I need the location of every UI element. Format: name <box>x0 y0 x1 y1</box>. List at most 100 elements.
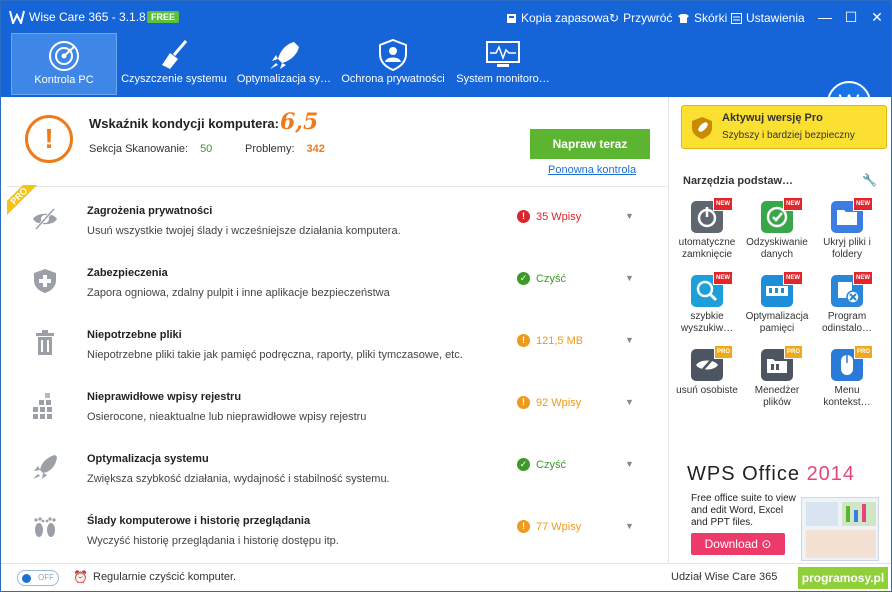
settings-label: Ustawienia <box>746 11 805 25</box>
chevron-down-icon[interactable]: ▼ <box>625 335 634 345</box>
problems-label: Problemy: <box>245 143 295 155</box>
row-description: Usuń wszystkie twojej ślady i wcześniejs… <box>87 225 401 237</box>
chevron-down-icon[interactable]: ▼ <box>625 273 634 283</box>
maximize-button[interactable]: ☐ <box>841 7 861 27</box>
tool-data-recovery[interactable]: NEW Odzyskiwanie danych <box>742 197 812 261</box>
restore-label: Przywróć <box>623 11 673 25</box>
tab-system-monitor-label: System monitoro… <box>456 73 550 85</box>
list-item[interactable]: Nieprawidłowe wpisy rejestru Osierocone,… <box>7 373 667 435</box>
new-badge: NEW <box>713 271 733 285</box>
tab-privacy[interactable]: Ochrona prywatności <box>337 33 449 95</box>
warning-status-icon: ! <box>517 396 530 409</box>
tool-label: Menu kontekst… <box>823 385 871 408</box>
problems-section: Problemy: 342 <box>245 143 325 155</box>
tab-system-monitor[interactable]: System monitoro… <box>451 33 555 95</box>
tab-optimization[interactable]: Optymalizacja sy… <box>233 33 335 95</box>
main-nav: Kontrola PC Czyszczenie systemu Optymali… <box>1 33 891 125</box>
backup-icon <box>507 13 516 23</box>
row-status-text: 121,5 MB <box>536 334 584 347</box>
search-icon: NEW <box>691 271 733 307</box>
tools-heading: Narzędzia podstaw… <box>683 175 794 187</box>
tab-pc-check[interactable]: Kontrola PC <box>11 33 117 95</box>
row-title: Optymalizacja systemu <box>87 453 209 465</box>
pro-title: Aktywuj wersję Pro <box>722 112 823 124</box>
restore-link[interactable]: ↻ Przywróć <box>609 11 672 25</box>
eye-slash-icon <box>33 207 57 231</box>
app-window: Wise Care 365 - 3.1.8 FREE Kopia zapasow… <box>0 0 892 592</box>
monitor-icon <box>486 41 520 67</box>
row-status: ! 35 Wpisy <box>517 210 581 223</box>
recheck-link[interactable]: Ponowna kontrola <box>548 164 636 176</box>
scan-label: Sekcja Skanowanie: <box>89 143 189 155</box>
pro-shield-icon <box>692 117 712 139</box>
tool-context-menu[interactable]: PRO Menu kontekst… <box>812 345 882 409</box>
tool-memory-optimization[interactable]: NEW Optymalizacja pamięci <box>742 271 812 335</box>
tool-auto-shutdown[interactable]: NEW utomatyczne zamknięcie <box>672 197 742 261</box>
chevron-down-icon[interactable]: ▼ <box>625 397 634 407</box>
restore-icon: ↻ <box>609 11 620 25</box>
problems-value: 342 <box>306 143 325 155</box>
row-status-text: 35 Wpisy <box>536 210 582 223</box>
chevron-down-icon[interactable]: ▼ <box>625 459 634 469</box>
uninstall-icon: NEW <box>831 271 873 307</box>
tool-label: utomatyczne zamknięcie <box>678 237 736 260</box>
scan-section: Sekcja Skanowanie: 50 <box>89 143 212 155</box>
radar-icon <box>49 41 79 71</box>
auto-clean-toggle[interactable]: OFF <box>17 570 59 586</box>
tool-remove-personal[interactable]: PRO usuń osobiste <box>672 345 742 397</box>
tool-quick-search[interactable]: NEW szybkie wyszukiw… <box>672 271 742 335</box>
rocket-icon <box>270 42 299 69</box>
ad-download-label: Download <box>704 537 758 551</box>
ad-title: WPS Office 2014 <box>687 463 855 486</box>
settings-link[interactable]: Ustawienia <box>731 11 805 25</box>
chevron-down-icon[interactable]: ▼ <box>625 211 634 221</box>
new-badge: NEW <box>713 197 733 211</box>
check-status-icon: ✓ <box>517 272 530 285</box>
warning-status-icon: ! <box>517 520 530 533</box>
chevron-down-icon[interactable]: ▼ <box>625 521 634 531</box>
list-item[interactable]: Ślady komputerowe i historię przeglądani… <box>7 497 667 559</box>
memory-icon: NEW <box>761 271 803 307</box>
broom-icon <box>162 40 188 69</box>
settings-icon <box>731 12 742 24</box>
fix-now-button[interactable]: Napraw teraz <box>530 129 650 159</box>
row-status: ! 92 Wpisy <box>517 396 581 409</box>
pro-badge: PRO <box>713 345 733 359</box>
tool-hide-files[interactable]: NEW Ukryj pliki i foldery <box>812 197 882 261</box>
warning-icon: ! <box>25 115 73 163</box>
tab-privacy-label: Ochrona prywatności <box>341 73 445 85</box>
wps-office-ad[interactable]: WPS Office 2014 Free office suite to vie… <box>683 459 889 563</box>
ad-download-button[interactable]: Download ⊙ <box>691 533 785 555</box>
list-item[interactable]: Optymalizacja systemu Zwiększa szybkość … <box>7 435 667 497</box>
row-description: Wyczyść historię przeglądania i historię… <box>87 535 339 547</box>
tool-label: Odzyskiwanie danych <box>746 237 808 260</box>
list-item[interactable]: Zagrożenia prywatności Usuń wszystkie tw… <box>7 187 667 249</box>
tool-label: Program odinstalo… <box>821 311 873 334</box>
wrench-icon[interactable]: 🔧 <box>862 173 877 187</box>
registry-blocks-icon <box>33 393 52 419</box>
list-item[interactable]: Zabezpieczenia Zapora ogniowa, zdalny pu… <box>7 249 667 311</box>
tab-optimization-label: Optymalizacja sy… <box>236 73 332 85</box>
title-bar: Wise Care 365 - 3.1.8 FREE Kopia zapasow… <box>1 1 891 33</box>
status-bar: OFF ⏰ Regularnie czyścić komputer. Udzia… <box>1 563 891 591</box>
close-button[interactable]: ✕ <box>867 7 887 27</box>
health-score: 6,5 <box>280 109 319 135</box>
tab-system-cleanup[interactable]: Czyszczenie systemu <box>119 33 229 95</box>
skins-link[interactable]: Skórki <box>677 11 727 25</box>
share-link[interactable]: Udział Wise Care 365 <box>671 571 777 583</box>
backup-link[interactable]: Kopia zapasowa <box>506 11 609 25</box>
trash-icon <box>36 330 54 355</box>
activate-pro-button[interactable]: Aktywuj wersję Pro Szybszy i bardziej be… <box>681 105 887 149</box>
tool-uninstaller[interactable]: NEW Program odinstalo… <box>812 271 882 335</box>
new-badge: NEW <box>853 197 873 211</box>
mouse-icon: PRO <box>831 345 873 381</box>
row-title: Niepotrzebne pliki <box>87 329 182 341</box>
row-title: Zagrożenia prywatności <box>87 205 213 217</box>
watermark: programosy.pl <box>798 567 888 589</box>
list-item[interactable]: Niepotrzebne pliki Niepotrzebne pliki ta… <box>7 311 667 373</box>
tool-file-manager[interactable]: PRO Menedżer plików <box>742 345 812 409</box>
files-icon: PRO <box>761 345 803 381</box>
minimize-button[interactable]: — <box>815 7 835 27</box>
row-status: ! 77 Wpisy <box>517 520 581 533</box>
tool-label: Menedżer plików <box>754 385 800 408</box>
